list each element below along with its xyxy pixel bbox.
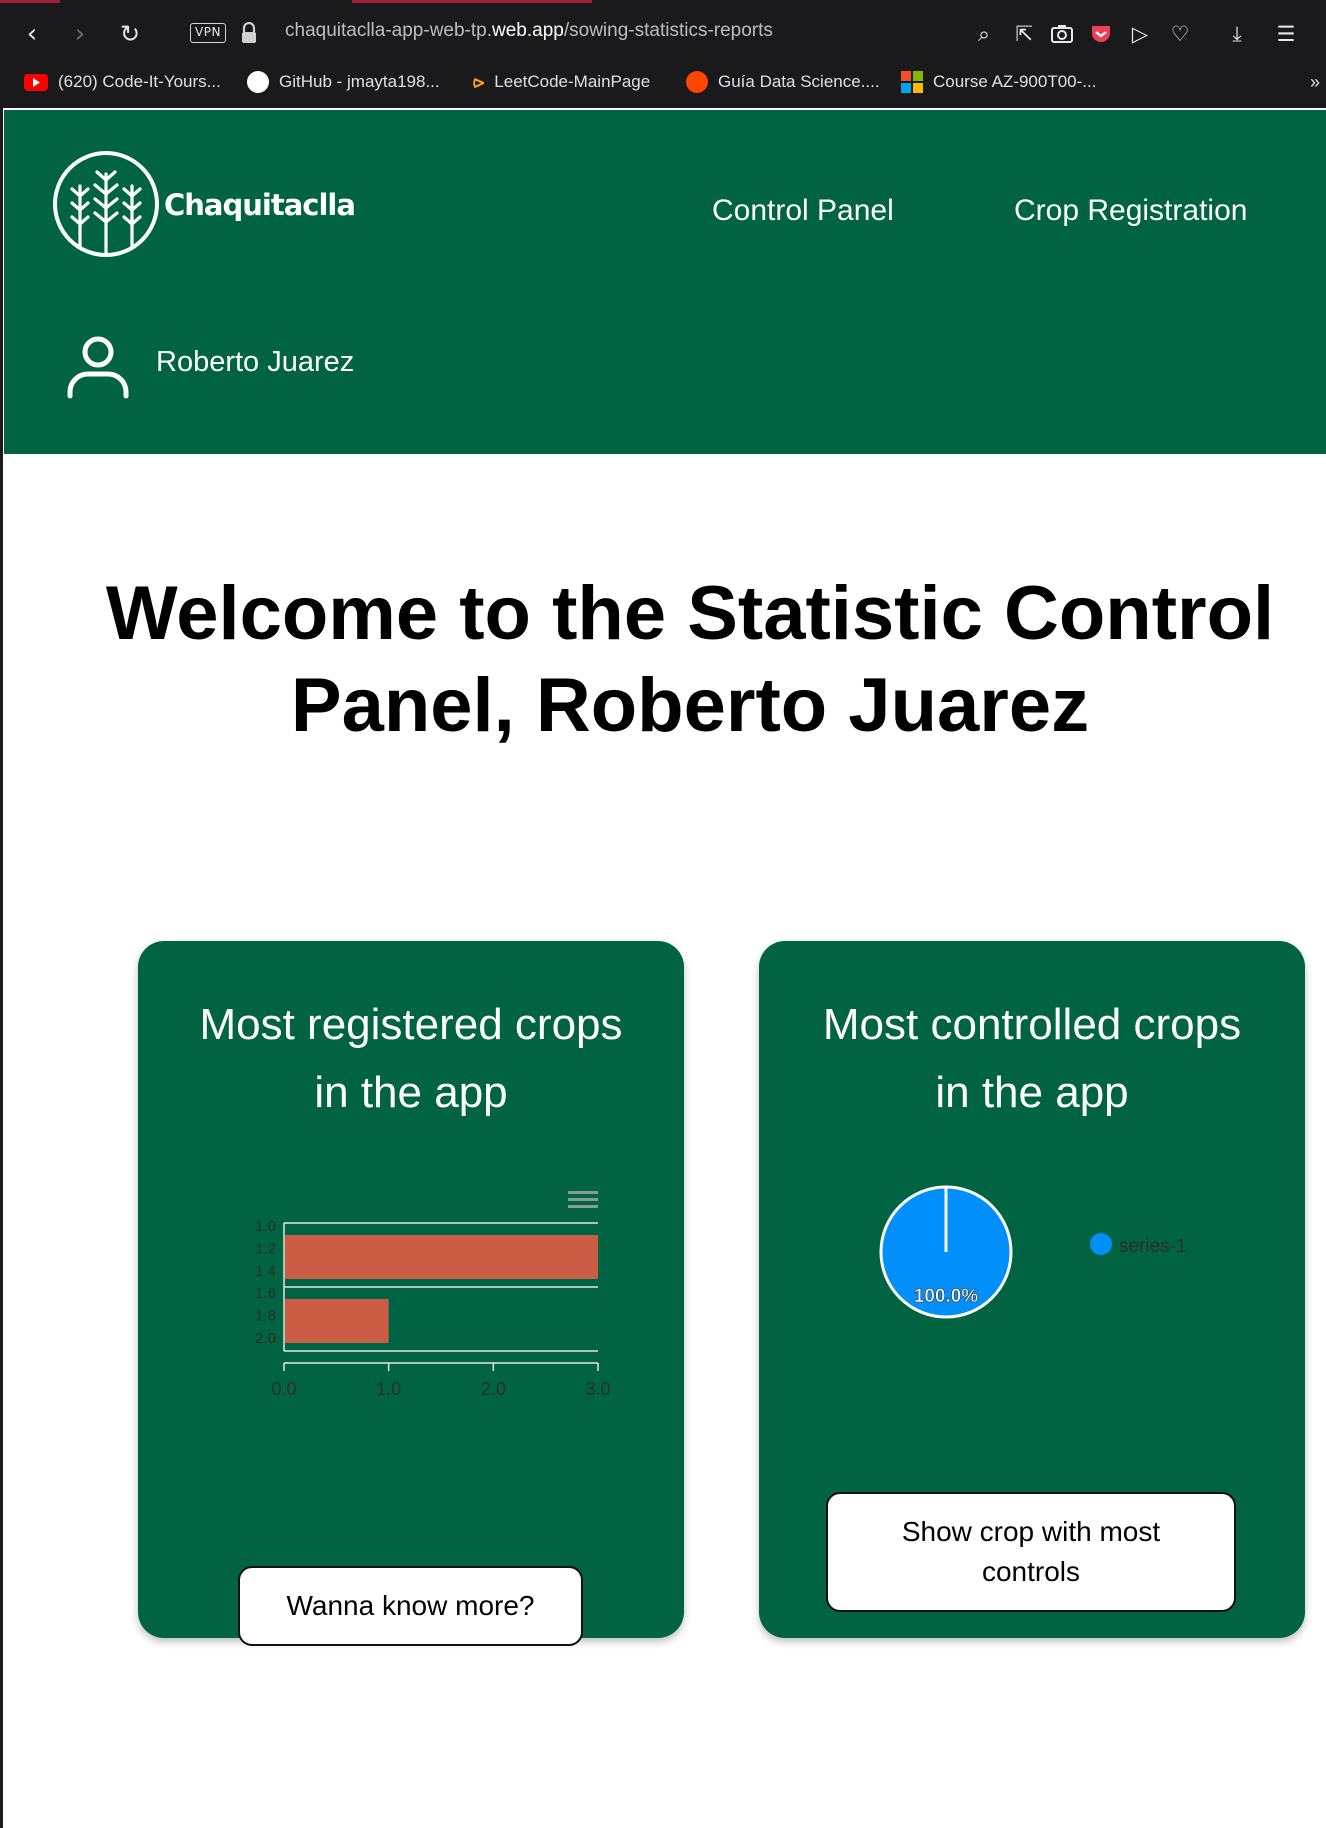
reddit-icon xyxy=(686,71,708,93)
url-host-domain: web.app xyxy=(492,20,564,41)
microsoft-icon xyxy=(901,71,923,93)
y-tick-label: 1.0 xyxy=(255,1218,276,1235)
nav-crop-registration[interactable]: Crop Registration xyxy=(1014,194,1247,228)
legend-label[interactable]: series-1 xyxy=(1119,1236,1187,1257)
vpn-badge[interactable]: VPN xyxy=(190,23,226,43)
brand-name[interactable]: Chaquitaclla xyxy=(164,188,356,222)
address-row: ‹ › ↻ VPN chaquitaclla-app-web-tp.web.ap… xyxy=(0,12,1326,56)
settings-sliders-icon[interactable]: ☰ xyxy=(1272,20,1300,48)
bookmark-label: Course AZ-900T00-... xyxy=(933,72,1097,91)
forward-icon[interactable]: › xyxy=(62,12,98,56)
tab-indicator xyxy=(352,0,592,3)
welcome-line-2: Panel, Roberto Juarez xyxy=(290,663,1090,748)
leetcode-icon: ⪧ xyxy=(473,70,485,93)
active-tab-indicator xyxy=(0,0,60,3)
show-crop-most-controls-button[interactable]: Show crop with most controls xyxy=(826,1492,1236,1612)
x-tick-label: 1.0 xyxy=(376,1379,401,1399)
bookmark-youtube[interactable]: (620) Code-It-Yours... xyxy=(24,66,221,98)
bar[interactable] xyxy=(285,1299,389,1343)
y-tick-label: 1.8 xyxy=(255,1308,276,1325)
bookmark-label: Guía Data Science.... xyxy=(718,72,880,91)
heart-icon[interactable]: ♡ xyxy=(1166,20,1194,48)
controlled-crops-card: Most controlled crops in the app 100.0% s… xyxy=(759,941,1305,1638)
x-tick-label: 0.0 xyxy=(271,1379,296,1399)
user-icon[interactable] xyxy=(64,332,132,400)
bookmark-leetcode[interactable]: ⪧ LeetCode-MainPage xyxy=(473,66,650,98)
url-host-prefix: chaquitaclla-app-web-tp. xyxy=(285,20,493,41)
y-tick-label: 1.2 xyxy=(255,1240,276,1257)
address-bar[interactable]: chaquitaclla-app-web-tp.web.app/sowing-s… xyxy=(285,20,773,42)
share-icon[interactable]: ⇱ xyxy=(1010,20,1038,48)
back-icon[interactable]: ‹ xyxy=(14,12,50,56)
hamburger-menu-icon[interactable] xyxy=(568,1191,598,1208)
pie-data-label: 100.0% xyxy=(914,1286,979,1307)
bar[interactable] xyxy=(285,1235,598,1279)
bookmark-label: (620) Code-It-Yours... xyxy=(58,72,221,91)
user-name[interactable]: Roberto Juarez xyxy=(156,346,354,379)
bookmark-reddit[interactable]: Guía Data Science.... xyxy=(686,66,880,98)
window-edge xyxy=(0,108,3,1828)
registered-crops-card: Most registered crops in the app 1.0 1.2 1… xyxy=(138,941,684,1646)
zoom-icon[interactable]: ⌕ xyxy=(970,20,998,48)
bookmark-label: LeetCode-MainPage xyxy=(494,72,651,91)
page: Chaquitaclla Control Panel Crop Registra… xyxy=(0,108,1326,1828)
site-header: Chaquitaclla Control Panel Crop Registra… xyxy=(4,110,1326,454)
button-line-2: controls xyxy=(981,1556,1081,1587)
page-title: Welcome to the Statistic Control Panel, … xyxy=(40,568,1326,752)
bookmark-microsoft[interactable]: Course AZ-900T00-... xyxy=(901,66,1096,98)
x-tick-label: 2.0 xyxy=(481,1379,506,1399)
y-tick-label: 1.6 xyxy=(255,1285,276,1302)
x-tick-label: 3.0 xyxy=(585,1379,610,1399)
legend-marker[interactable] xyxy=(1090,1233,1112,1255)
bookmarks-overflow-icon[interactable]: » xyxy=(1310,66,1320,98)
bookmark-github[interactable]: GitHub - jmayta198... xyxy=(247,66,440,98)
registered-crops-bar-chart: 1.0 1.2 1.4 1.6 1.8 2.0 0.0 1.0 2.0 3.0 xyxy=(255,1191,611,1399)
bookmarks-bar: (620) Code-It-Yours... GitHub - jmayta19… xyxy=(0,66,1326,98)
browser-toolbar: ‹ › ↻ VPN chaquitaclla-app-web-tp.web.ap… xyxy=(0,0,1326,108)
lock-icon[interactable] xyxy=(241,22,257,44)
welcome-line-1: Welcome to the Statistic Control xyxy=(105,571,1275,656)
url-path: /sowing-statistics-reports xyxy=(563,20,773,41)
youtube-icon xyxy=(24,73,48,91)
nav-control-panel[interactable]: Control Panel xyxy=(712,194,894,228)
pocket-icon[interactable] xyxy=(1087,20,1115,48)
bookmark-label: GitHub - jmayta198... xyxy=(279,72,440,91)
wanna-know-more-button[interactable]: Wanna know more? xyxy=(238,1566,583,1646)
download-icon[interactable]: ⤓ xyxy=(1223,20,1251,48)
reload-icon[interactable]: ↻ xyxy=(112,12,148,56)
camera-icon[interactable] xyxy=(1048,20,1076,48)
github-icon xyxy=(247,71,269,93)
send-icon[interactable]: ▷ xyxy=(1126,20,1154,48)
button-line-1: Show crop with most xyxy=(901,1516,1161,1547)
y-tick-label: 2.0 xyxy=(255,1330,276,1347)
y-tick-label: 1.4 xyxy=(255,1263,276,1280)
wheat-logo-icon[interactable] xyxy=(52,150,160,258)
